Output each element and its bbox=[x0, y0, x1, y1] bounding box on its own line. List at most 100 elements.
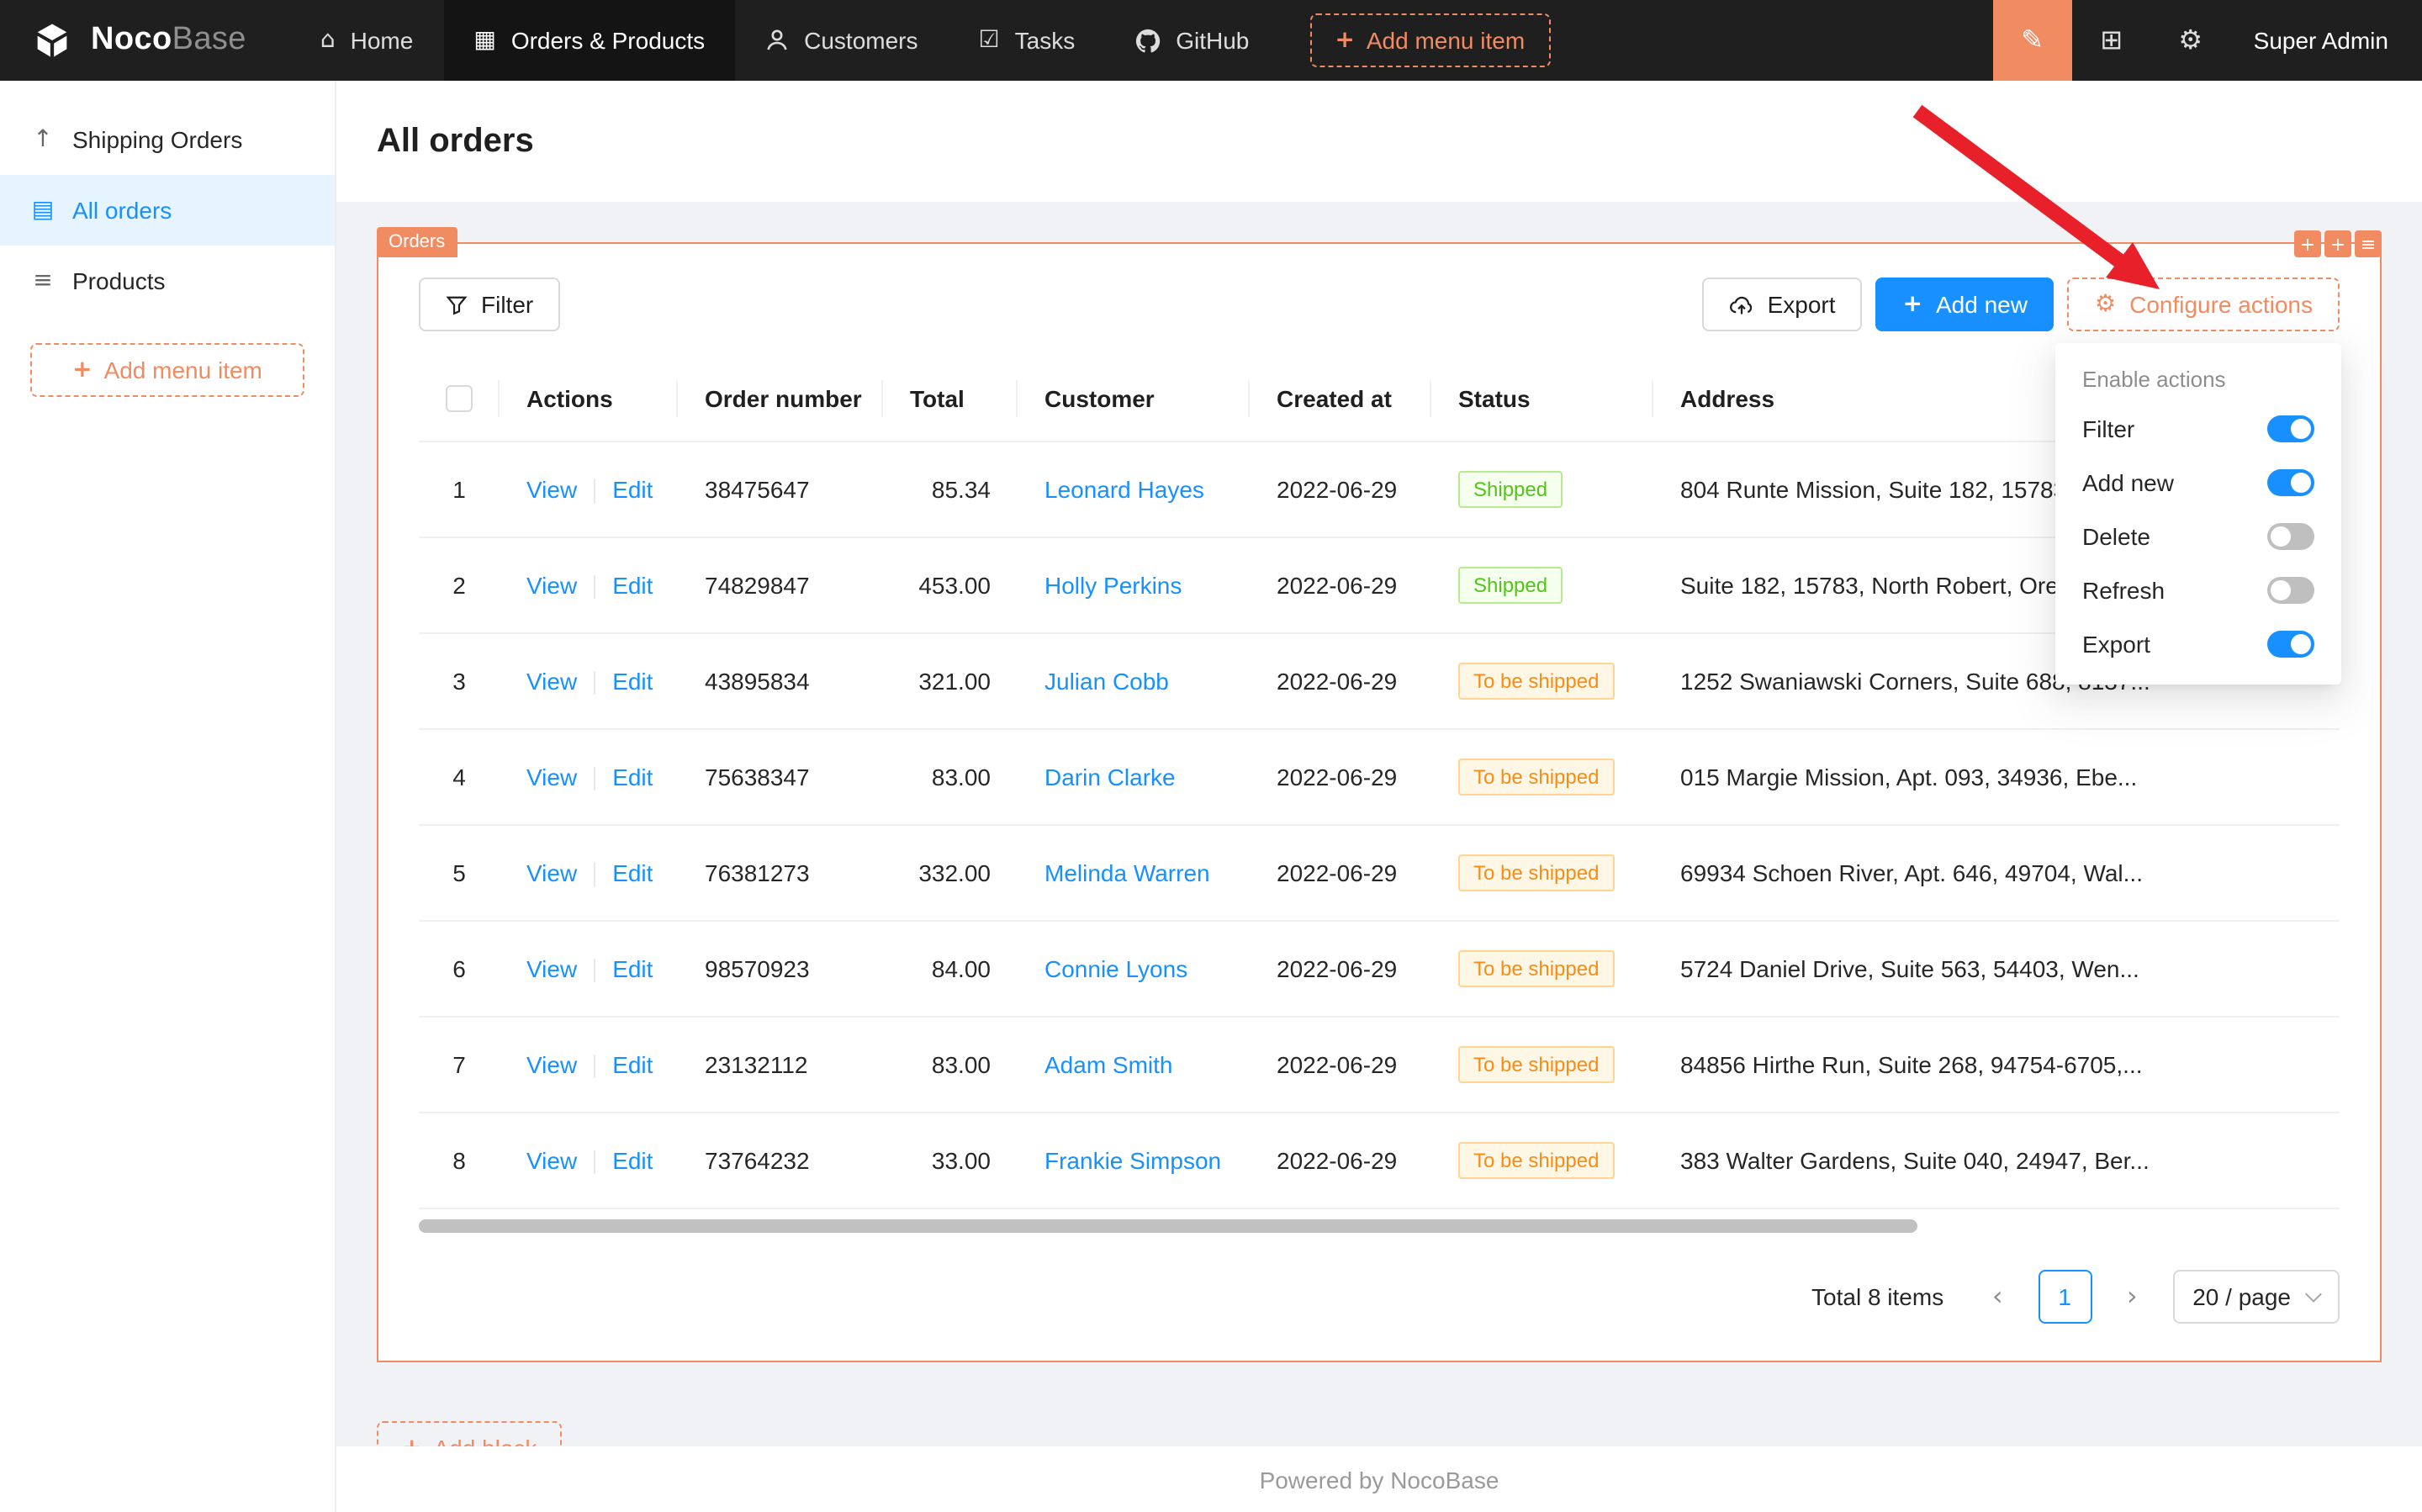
sidebar: Shipping Orders All orders Products Add … bbox=[0, 81, 336, 1512]
add-menu-item-button[interactable]: Add menu item bbox=[1309, 13, 1550, 67]
filter-button[interactable]: Filter bbox=[419, 278, 560, 331]
page-footer: Powered by NocoBase bbox=[336, 1446, 2422, 1512]
created-at-cell: 2022-06-29 bbox=[1250, 730, 1431, 826]
plugins-button[interactable] bbox=[2072, 0, 2151, 81]
divider bbox=[594, 1151, 595, 1175]
address-cell: 015 Margie Mission, Apt. 093, 34936, Ebe… bbox=[1653, 730, 2340, 826]
view-link[interactable]: View bbox=[526, 764, 577, 790]
order-number-cell: 43895834 bbox=[678, 634, 883, 730]
dropdown-item-add-new[interactable]: Add new bbox=[2055, 456, 2341, 510]
block-settings-icon[interactable] bbox=[2355, 230, 2382, 257]
page-size-select[interactable]: 20 / page bbox=[2172, 1271, 2340, 1324]
view-link[interactable]: View bbox=[526, 955, 577, 982]
edit-link[interactable]: Edit bbox=[612, 764, 653, 790]
drag-icon[interactable]: + bbox=[2294, 230, 2321, 257]
sidebar-item-products[interactable]: Products bbox=[0, 246, 335, 316]
view-link[interactable]: View bbox=[526, 572, 577, 599]
status-badge: To be shipped bbox=[1458, 1047, 1614, 1084]
customer-link[interactable]: Julian Cobb bbox=[1044, 669, 1169, 695]
edit-link[interactable]: Edit bbox=[612, 955, 653, 982]
dropdown-item-label: Export bbox=[2082, 631, 2150, 658]
menu-item-github[interactable]: GitHub bbox=[1105, 0, 1279, 81]
next-icon bbox=[2127, 1284, 2138, 1311]
customer-link[interactable]: Darin Clarke bbox=[1044, 764, 1176, 791]
row-index: 3 bbox=[419, 634, 500, 730]
ui-editor-button[interactable] bbox=[1993, 0, 2072, 81]
edit-link[interactable]: Edit bbox=[612, 1051, 653, 1078]
address-cell: 5724 Daniel Drive, Suite 563, 54403, Wen… bbox=[1653, 922, 2340, 1018]
refresh-toggle[interactable] bbox=[2267, 577, 2314, 604]
customer-link[interactable]: Melinda Warren bbox=[1044, 860, 1210, 887]
customer-link[interactable]: Leonard Hayes bbox=[1044, 477, 1204, 504]
customer-link[interactable]: Frankie Simpson bbox=[1044, 1148, 1221, 1175]
edit-link[interactable]: Edit bbox=[612, 476, 653, 503]
row-index: 7 bbox=[419, 1018, 500, 1113]
customer-link[interactable]: Connie Lyons bbox=[1044, 956, 1187, 983]
add-new-button[interactable]: Add new bbox=[1876, 278, 2054, 331]
view-link[interactable]: View bbox=[526, 859, 577, 886]
export-button[interactable]: Export bbox=[1702, 278, 1863, 331]
add-icon[interactable]: + bbox=[2324, 230, 2351, 257]
prev-page-button[interactable] bbox=[1970, 1271, 2024, 1324]
view-link[interactable]: View bbox=[526, 668, 577, 695]
pagination: Total 8 items 1 20 / page bbox=[378, 1234, 2380, 1361]
scrollbar-thumb[interactable] bbox=[419, 1220, 1917, 1234]
dropdown-item-filter[interactable]: Filter bbox=[2055, 402, 2341, 456]
view-link[interactable]: View bbox=[526, 1051, 577, 1078]
edit-link[interactable]: Edit bbox=[612, 1147, 653, 1174]
paintbrush-icon bbox=[2021, 27, 2044, 54]
row-index: 2 bbox=[419, 538, 500, 634]
brand-light: Base bbox=[172, 22, 246, 57]
row-index: 8 bbox=[419, 1113, 500, 1209]
sidebar-item-shipping-orders[interactable]: Shipping Orders bbox=[0, 104, 335, 175]
dropdown-item-delete[interactable]: Delete bbox=[2055, 510, 2341, 563]
divider bbox=[594, 960, 595, 983]
current-page-button[interactable]: 1 bbox=[2038, 1271, 2091, 1324]
dropdown-item-refresh[interactable]: Refresh bbox=[2055, 563, 2341, 617]
created-at-cell: 2022-06-29 bbox=[1250, 826, 1431, 922]
customer-link[interactable]: Adam Smith bbox=[1044, 1052, 1173, 1079]
dropdown-item-export[interactable]: Export bbox=[2055, 617, 2341, 671]
main: All orders Orders + + bbox=[336, 81, 2422, 1512]
sidebar-item-label: Products bbox=[72, 267, 166, 294]
add-block-button[interactable]: Add block bbox=[377, 1421, 562, 1446]
divider bbox=[594, 768, 595, 791]
view-link[interactable]: View bbox=[526, 1147, 577, 1174]
sidebar-add-menu-item-label: Add menu item bbox=[104, 357, 262, 383]
delete-toggle[interactable] bbox=[2267, 523, 2314, 550]
edit-link[interactable]: Edit bbox=[612, 572, 653, 599]
total-cell: 321.00 bbox=[883, 634, 1018, 730]
menu-item-label: Tasks bbox=[1015, 27, 1076, 54]
user-menu[interactable]: Super Admin bbox=[2230, 27, 2422, 54]
status-badge: Shipped bbox=[1458, 472, 1563, 509]
next-page-button[interactable] bbox=[2105, 1271, 2159, 1324]
sidebar-add-menu-item-button[interactable]: Add menu item bbox=[30, 343, 304, 397]
table-row: 3 ViewEdit 43895834 321.00 Julian Cobb 2… bbox=[419, 634, 2340, 730]
menu-item-customers[interactable]: Customers bbox=[735, 0, 948, 81]
filter-toggle[interactable] bbox=[2267, 415, 2314, 442]
order-number-cell: 73764232 bbox=[678, 1113, 883, 1209]
sidebar-item-all-orders[interactable]: All orders bbox=[0, 175, 335, 246]
settings-button[interactable] bbox=[2151, 0, 2230, 81]
edit-link[interactable]: Edit bbox=[612, 859, 653, 886]
divider bbox=[594, 576, 595, 600]
gear-icon bbox=[2095, 293, 2116, 316]
menu-item-home[interactable]: Home bbox=[290, 0, 444, 81]
menu-item-label: Home bbox=[351, 27, 414, 54]
configure-actions-button[interactable]: Configure actions bbox=[2068, 278, 2340, 331]
divider bbox=[594, 480, 595, 504]
select-all-checkbox[interactable] bbox=[446, 386, 473, 413]
address-cell: 383 Walter Gardens, Suite 040, 24947, Be… bbox=[1653, 1113, 2340, 1209]
menu-item-tasks[interactable]: Tasks bbox=[949, 0, 1106, 81]
brand[interactable]: NocoBase bbox=[0, 0, 290, 81]
row-index: 1 bbox=[419, 442, 500, 538]
edit-link[interactable]: Edit bbox=[612, 668, 653, 695]
gear-icon bbox=[2178, 27, 2203, 54]
menu-item-orders-products[interactable]: Orders & Products bbox=[443, 0, 735, 81]
customer-link[interactable]: Holly Perkins bbox=[1044, 573, 1182, 600]
brand-name: NocoBase bbox=[91, 22, 246, 59]
brand-bold: Noco bbox=[91, 22, 172, 57]
export-toggle[interactable] bbox=[2267, 631, 2314, 658]
add-new-toggle[interactable] bbox=[2267, 469, 2314, 496]
view-link[interactable]: View bbox=[526, 476, 577, 503]
